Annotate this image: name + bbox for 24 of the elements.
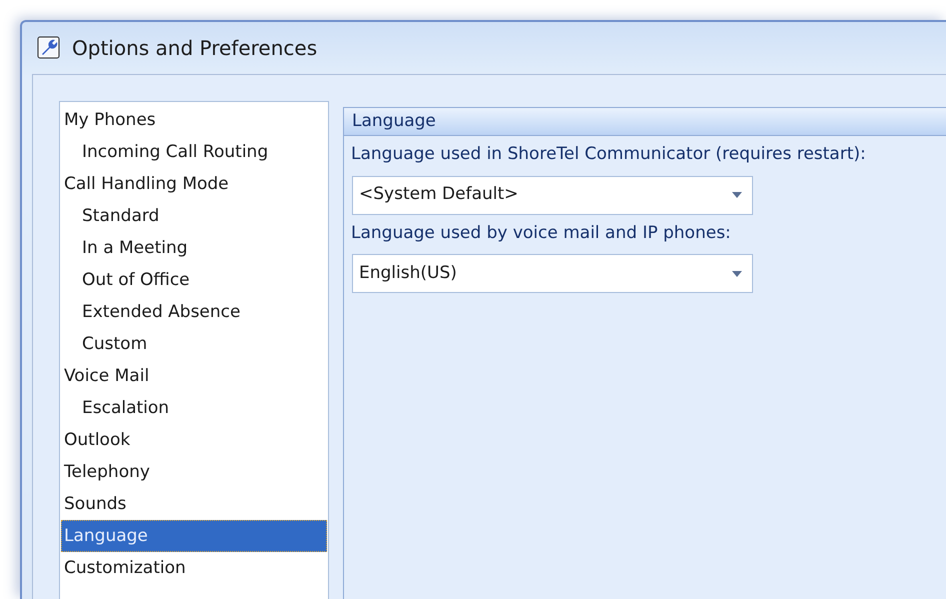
field-label: Language used by voice mail and IP phones: [350,222,732,244]
tree-item[interactable]: Call Handling Mode [61,168,327,200]
tree-item[interactable]: Voice Mail [61,360,327,392]
tree-item[interactable]: Out of Office [61,264,327,296]
tree-item[interactable]: Incoming Call Routing [61,136,327,168]
tree-item[interactable]: Outlook [61,424,327,456]
language-dropdown[interactable]: <System Default> [352,176,753,214]
tree-item[interactable]: Standard [61,200,327,232]
tree-item[interactable]: Language [61,520,327,552]
tree-item[interactable]: Escalation [61,392,327,424]
field-label: Language used in ShoreTel Communicator (requires restart): [350,143,867,166]
tree-item[interactable]: Custom [61,328,327,360]
language-dropdown[interactable]: English(US) [352,254,753,293]
tree-item[interactable]: In a Meeting [61,232,327,264]
tree-item[interactable]: My Phones [61,104,327,136]
tree-item[interactable]: Customization [61,552,327,584]
tree-item[interactable]: Telephony [61,456,327,488]
tree-item[interactable]: Extended Absence [61,296,327,328]
caret-icon [732,192,742,198]
panel-header: Language [344,108,946,136]
caret-icon [732,270,742,276]
window-title: Options and Preferences [72,35,318,62]
tree-item[interactable]: Sounds [61,488,327,520]
wrench-icon [36,35,62,61]
